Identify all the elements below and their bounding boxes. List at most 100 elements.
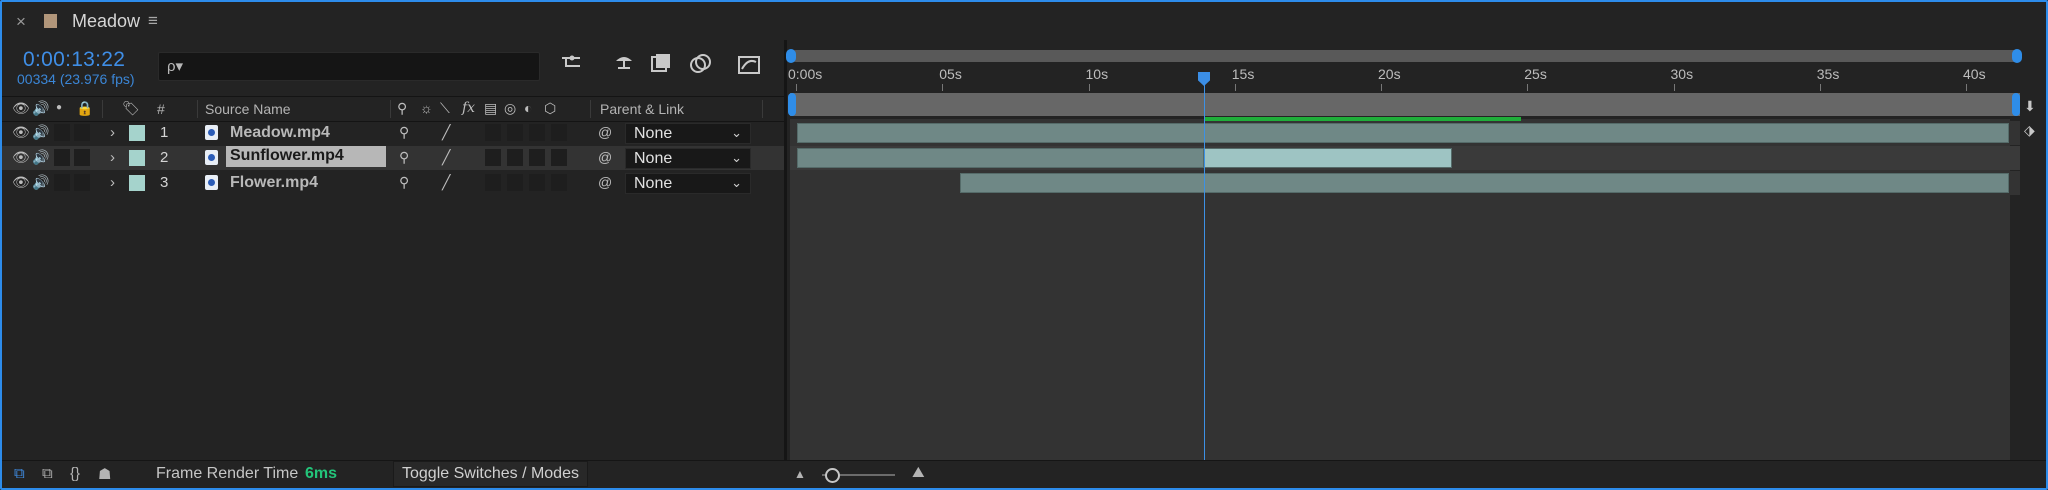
parent-pickwhip-icon[interactable]: @ — [598, 124, 612, 140]
quality-switch-icon[interactable]: ╱ — [442, 149, 450, 166]
label-tag-header-icon[interactable]: 🏷 — [122, 100, 140, 117]
quality-header-icon: ⟍ — [440, 100, 450, 116]
expand-chevron-icon[interactable]: › — [110, 149, 115, 166]
composition-tab-title[interactable]: Meadow — [72, 11, 140, 32]
layer-label-color[interactable] — [129, 150, 145, 166]
adjustment-switch[interactable] — [529, 174, 545, 191]
footage-file-icon — [205, 175, 218, 190]
current-time-display[interactable]: 0:00:13:22 — [23, 48, 125, 72]
frame-blend-switch[interactable] — [485, 124, 501, 141]
ruler-tick — [942, 84, 944, 91]
layer-bar-sunflower-active[interactable] — [1204, 148, 1452, 168]
time-navigator-start-handle[interactable] — [786, 49, 796, 63]
solo-switch[interactable] — [54, 124, 70, 141]
adjustment-switch[interactable] — [529, 149, 545, 166]
video-visibility-icon[interactable]: 👁 — [12, 124, 30, 141]
layer-source-name[interactable]: Sunflower.mp4 — [226, 146, 386, 167]
motion-blur-switch[interactable] — [507, 174, 523, 191]
shy-switch-icon[interactable]: ⚲ — [399, 174, 409, 191]
work-area-start-handle[interactable] — [788, 93, 796, 116]
video-visibility-icon[interactable]: 👁 — [12, 174, 30, 191]
track-row-3[interactable] — [790, 171, 2020, 195]
collapse-transform-header-icon: ☼ — [420, 100, 433, 116]
expand-chevron-icon[interactable]: › — [110, 174, 115, 191]
frame-blending-icon[interactable] — [647, 52, 675, 78]
audio-switch-header-icon: 🔊 — [32, 100, 50, 116]
parent-dropdown[interactable]: None ⌄ — [625, 173, 751, 194]
composition-mini-flowchart-icon[interactable] — [558, 52, 586, 78]
layer-bar-sunflower[interactable] — [797, 148, 1204, 168]
parent-dropdown[interactable]: None ⌄ — [625, 148, 751, 169]
graph-editor-icon[interactable] — [735, 52, 763, 78]
frame-blend-switch[interactable] — [485, 174, 501, 191]
timeline-zoom-thumb[interactable] — [825, 468, 840, 483]
parent-pickwhip-icon[interactable]: @ — [598, 174, 612, 190]
lock-switch[interactable] — [74, 149, 90, 166]
quality-switch-icon[interactable]: ╱ — [442, 174, 450, 191]
transfer-controls-pane-icon[interactable]: ⧉ — [42, 465, 53, 482]
layer-switches-pane-icon[interactable]: ⧉ — [14, 465, 25, 482]
zoom-out-icon[interactable]: ▲ — [794, 467, 806, 481]
expand-chevron-icon[interactable]: › — [110, 124, 115, 141]
solo-switch[interactable] — [54, 174, 70, 191]
lock-switch[interactable] — [74, 174, 90, 191]
zoom-in-icon[interactable]: ⛰ — [912, 464, 925, 481]
work-area-bar[interactable] — [790, 93, 2020, 116]
layer-label-color[interactable] — [129, 175, 145, 191]
frame-rate-display: 00334 (23.976 fps) — [17, 71, 135, 87]
layer-bar-flower[interactable] — [960, 173, 2009, 193]
audio-toggle-icon[interactable]: 🔊 — [32, 124, 49, 141]
comp-button-icon[interactable]: ⬗ — [2024, 122, 2035, 139]
time-navigator-bar[interactable] — [790, 50, 2020, 62]
3d-switch[interactable] — [551, 149, 567, 166]
comp-end-marker-icon[interactable]: ⬇ — [2024, 98, 2036, 115]
work-area-end-handle[interactable] — [2012, 93, 2020, 116]
in-out-pane-icon[interactable]: {} — [70, 465, 80, 482]
ruler-tick-label: 30s — [1670, 66, 1694, 82]
lock-switch[interactable] — [74, 124, 90, 141]
toggle-switches-modes-button[interactable]: Toggle Switches / Modes — [393, 461, 588, 487]
audio-toggle-icon[interactable]: 🔊 — [32, 174, 49, 191]
adjustment-layer-header-icon: ◐ — [524, 100, 533, 116]
layer-label-color[interactable] — [129, 125, 145, 141]
ruler-tick-label: 0:00s — [788, 66, 823, 82]
parent-link-header[interactable]: Parent & Link — [600, 101, 684, 117]
parent-dropdown[interactable]: None ⌄ — [625, 123, 751, 144]
layer-source-name[interactable]: Meadow.mp4 — [230, 124, 330, 142]
layer-source-name[interactable]: Flower.mp4 — [230, 174, 318, 192]
adjustment-switch[interactable] — [529, 124, 545, 141]
layer-number: 3 — [160, 174, 169, 191]
video-visibility-icon[interactable]: 👁 — [12, 149, 30, 166]
audio-toggle-icon[interactable]: 🔊 — [32, 149, 49, 166]
ruler-tick-label: 35s — [1816, 66, 1840, 82]
source-name-header[interactable]: Source Name — [205, 101, 291, 117]
shy-switch-icon[interactable]: ⚲ — [399, 124, 409, 141]
layer-bar-meadow[interactable] — [797, 123, 2009, 143]
track-row-2[interactable] — [790, 146, 2020, 170]
3d-switch[interactable] — [551, 174, 567, 191]
frame-blend-switch[interactable] — [485, 149, 501, 166]
shy-switch-icon[interactable]: ⚲ — [399, 149, 409, 166]
shy-layers-icon[interactable] — [610, 52, 638, 78]
motion-blur-icon[interactable] — [686, 52, 714, 78]
layer-search-input[interactable]: ρ▾ — [158, 52, 540, 81]
layer-row-2[interactable]: 👁 🔊 › 2 Sunflower.mp4 ⚲ ╱ @ None ⌄ — [2, 146, 785, 170]
time-navigator-end-handle[interactable] — [2012, 49, 2022, 63]
panel-menu-icon[interactable]: ≡ — [148, 11, 158, 31]
ruler-tick — [1527, 84, 1529, 91]
parent-pickwhip-icon[interactable]: @ — [598, 149, 612, 165]
layer-row-3[interactable]: 👁 🔊 › 3 Flower.mp4 ⚲ ╱ @ None ⌄ — [2, 171, 785, 195]
panel-divider[interactable] — [784, 40, 787, 460]
motion-blur-switch[interactable] — [507, 149, 523, 166]
search-icon[interactable]: ρ▾ — [167, 57, 183, 75]
solo-switch[interactable] — [54, 149, 70, 166]
render-time-pane-icon[interactable]: ☗ — [98, 465, 111, 483]
current-time-indicator-line[interactable] — [1204, 78, 1205, 460]
track-row-1[interactable] — [790, 121, 2020, 145]
3d-switch[interactable] — [551, 124, 567, 141]
quality-switch-icon[interactable]: ╱ — [442, 124, 450, 141]
layer-row-1[interactable]: 👁 🔊 › 1 Meadow.mp4 ⚲ ╱ @ None ⌄ — [2, 121, 785, 145]
solo-header-icon: ● — [56, 102, 63, 113]
close-tab-icon[interactable]: × — [16, 12, 26, 32]
motion-blur-switch[interactable] — [507, 124, 523, 141]
